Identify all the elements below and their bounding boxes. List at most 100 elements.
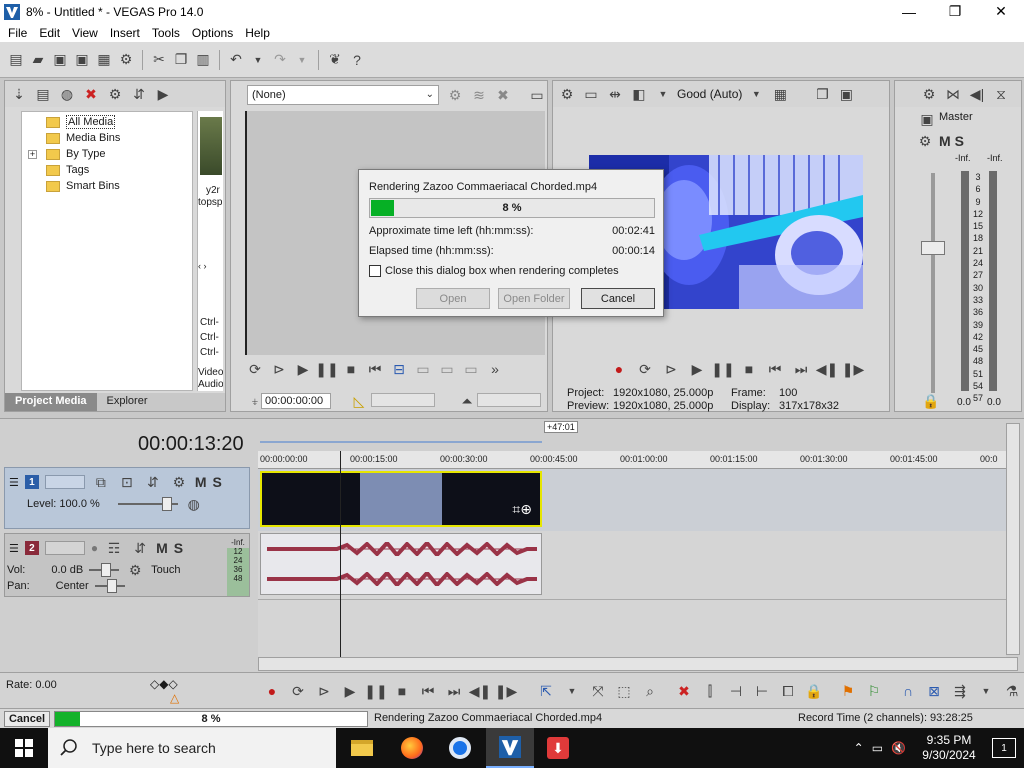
split-icon[interactable]: ⧠ bbox=[778, 681, 798, 701]
zoom-tool-icon[interactable]: ⌕ bbox=[640, 681, 660, 701]
status-cancel-button[interactable]: Cancel bbox=[4, 711, 50, 727]
volume-muted-icon[interactable]: 🔇 bbox=[891, 741, 906, 755]
tree-item-all-media[interactable]: All Media bbox=[46, 114, 116, 130]
tree-item-media-bins[interactable]: Media Bins bbox=[46, 130, 120, 146]
go-to-start-icon[interactable]: ⏮ bbox=[418, 681, 438, 701]
open-button[interactable]: Open bbox=[416, 288, 490, 309]
audio-solo-button[interactable]: S bbox=[174, 540, 183, 556]
cut-icon[interactable]: ✂ bbox=[149, 50, 169, 70]
automation-gear-icon[interactable]: ⚙ bbox=[125, 560, 145, 580]
menu-options[interactable]: Options bbox=[186, 26, 239, 40]
lock-envelopes-icon[interactable]: ⚗ bbox=[1002, 681, 1022, 701]
master-fx-icon[interactable]: ⚙ bbox=[915, 131, 935, 151]
automation-mode[interactable]: Touch bbox=[151, 564, 180, 576]
play-icon[interactable]: ▶ bbox=[293, 359, 313, 379]
stop-icon[interactable]: ■ bbox=[739, 359, 759, 379]
media-fx-icon[interactable]: ⇵ bbox=[129, 84, 149, 104]
ripple-dropdown-icon[interactable]: ▼ bbox=[976, 681, 996, 701]
media-properties-icon[interactable]: ⚙ bbox=[105, 84, 125, 104]
track-fx-icon[interactable]: ⊡ bbox=[117, 472, 137, 492]
insert-icon[interactable]: ▭ bbox=[437, 359, 457, 379]
compositing-mode-icon[interactable]: ⇵ bbox=[143, 472, 163, 492]
invert-phase-icon[interactable]: ☶ bbox=[104, 538, 124, 558]
lock-icon[interactable]: 🔒 bbox=[921, 391, 941, 411]
master-mute-button[interactable]: M bbox=[939, 133, 951, 149]
save-as-icon[interactable]: ▣ bbox=[72, 50, 92, 70]
menu-view[interactable]: View bbox=[66, 26, 104, 40]
trim-end-icon[interactable]: ⊢ bbox=[752, 681, 772, 701]
quality-dropdown-icon[interactable]: ▼ bbox=[746, 84, 766, 104]
downmix-icon[interactable]: ⋈ bbox=[943, 84, 963, 104]
audio-mute-button[interactable]: M bbox=[156, 540, 168, 556]
master-settings-icon[interactable]: ⚙ bbox=[919, 84, 939, 104]
enable-snapping-icon[interactable]: ❦ bbox=[325, 50, 345, 70]
render-as-icon[interactable]: ▦ bbox=[94, 50, 114, 70]
rate-slider-icon[interactable]: ◇◆◇ bbox=[150, 677, 178, 691]
meter-options-icon[interactable]: ⧖ bbox=[991, 84, 1011, 104]
stop-icon[interactable]: ■ bbox=[392, 681, 412, 701]
track-settings-icon[interactable]: ⚙ bbox=[169, 472, 189, 492]
play-icon[interactable]: ▶ bbox=[340, 681, 360, 701]
render-cancel-button[interactable]: Cancel bbox=[581, 288, 655, 309]
edit-tool-dropdown-icon[interactable]: ▼ bbox=[562, 681, 582, 701]
trimmer-settings-icon[interactable]: ⚙ bbox=[445, 85, 465, 105]
whats-this-help-icon[interactable]: ? bbox=[347, 50, 367, 70]
trimmer-fx-icon[interactable]: ≋ bbox=[469, 85, 489, 105]
lock-event-icon[interactable]: 🔒 bbox=[804, 681, 824, 701]
close-button[interactable]: ✕ bbox=[978, 0, 1024, 23]
menu-edit[interactable]: Edit bbox=[33, 26, 66, 40]
get-media-from-web-icon[interactable]: ◍ bbox=[57, 84, 77, 104]
track-name-field[interactable] bbox=[44, 541, 85, 555]
video-mute-button[interactable]: M bbox=[195, 474, 207, 490]
paste-icon[interactable]: ▥ bbox=[193, 50, 213, 70]
delete-icon[interactable]: ✖ bbox=[674, 681, 694, 701]
trimmer-window-icon[interactable]: ▭ bbox=[527, 85, 547, 105]
fit-icon[interactable]: ▭ bbox=[461, 359, 481, 379]
add-to-timeline-icon[interactable]: ⊟ bbox=[389, 359, 409, 379]
go-to-end-icon[interactable]: ⏭ bbox=[444, 681, 464, 701]
external-monitor-icon[interactable]: ▭ bbox=[581, 84, 601, 104]
normal-edit-tool-icon[interactable]: ⇱ bbox=[536, 681, 556, 701]
insert-marker-icon[interactable]: ⚑ bbox=[838, 681, 858, 701]
vol-slider[interactable] bbox=[89, 563, 120, 577]
remove-media-icon[interactable]: ✖ bbox=[81, 84, 101, 104]
in-point-field[interactable] bbox=[371, 393, 435, 407]
redo-icon[interactable]: ↷ bbox=[270, 50, 290, 70]
loop-playback-icon[interactable]: ⟳ bbox=[288, 681, 308, 701]
open-folder-icon[interactable]: ▰ bbox=[28, 50, 48, 70]
audio-fx-icon[interactable]: ⇵ bbox=[130, 538, 150, 558]
audio-track-header[interactable]: ☰ 2 ● ☶ ⇵ M S Vol: 0.0 dB ⚙ Touch Pan: C… bbox=[4, 533, 250, 597]
audio-event[interactable] bbox=[260, 533, 542, 595]
trimmer-clear-icon[interactable]: ✖ bbox=[493, 85, 513, 105]
import-media-icon[interactable]: ⇣ bbox=[9, 84, 29, 104]
new-project-icon[interactable]: ▤ bbox=[6, 50, 26, 70]
timeline-horizontal-scrollbar[interactable] bbox=[258, 657, 1018, 671]
overwrite-icon[interactable]: ▭ bbox=[413, 359, 433, 379]
vegas-taskbar-button[interactable] bbox=[486, 728, 534, 768]
undo-dropdown-icon[interactable]: ▼ bbox=[248, 50, 268, 70]
media-thumbnail[interactable] bbox=[200, 117, 222, 175]
tree-item-smart-bins[interactable]: Smart Bins bbox=[46, 178, 120, 194]
go-to-start-icon[interactable]: ⏮ bbox=[365, 359, 385, 379]
clock[interactable]: 9:35 PM 9/30/2024 bbox=[914, 733, 984, 763]
split-screen-icon[interactable]: ⇹ bbox=[605, 84, 625, 104]
play-icon[interactable]: ▶ bbox=[687, 359, 707, 379]
properties-gear-icon[interactable]: ⚙ bbox=[116, 50, 136, 70]
out-point-field[interactable] bbox=[477, 393, 541, 407]
video-track-header[interactable]: ☰ 1 ⧉ ⊡ ⇵ ⚙ M S Level: 100.0 % ◍ bbox=[4, 467, 250, 529]
go-to-end-icon[interactable]: ⏭ bbox=[791, 359, 811, 379]
master-solo-button[interactable]: S bbox=[955, 133, 964, 149]
close-when-complete-checkbox[interactable]: Close this dialog box when rendering com… bbox=[369, 265, 619, 277]
trim-icon[interactable]: ⫿ bbox=[700, 681, 720, 701]
play-from-start-icon[interactable]: ⊳ bbox=[269, 359, 289, 379]
open-folder-button[interactable]: Open Folder bbox=[498, 288, 570, 309]
next-frame-icon[interactable]: ❚▶ bbox=[842, 359, 865, 379]
pause-icon[interactable]: ❚❚ bbox=[364, 681, 387, 701]
preview-settings-icon[interactable]: ⚙ bbox=[557, 84, 577, 104]
overlays-dropdown-icon[interactable]: ▼ bbox=[653, 84, 673, 104]
dim-output-icon[interactable]: ◀| bbox=[967, 84, 987, 104]
capture-video-icon[interactable]: ▤ bbox=[33, 84, 53, 104]
redo-dropdown-icon[interactable]: ▼ bbox=[292, 50, 312, 70]
timeline-ruler[interactable]: 00:00:00:00 00:00:15:00 00:00:30:00 00:0… bbox=[258, 451, 1006, 469]
firefox-taskbar-button[interactable] bbox=[388, 728, 436, 768]
